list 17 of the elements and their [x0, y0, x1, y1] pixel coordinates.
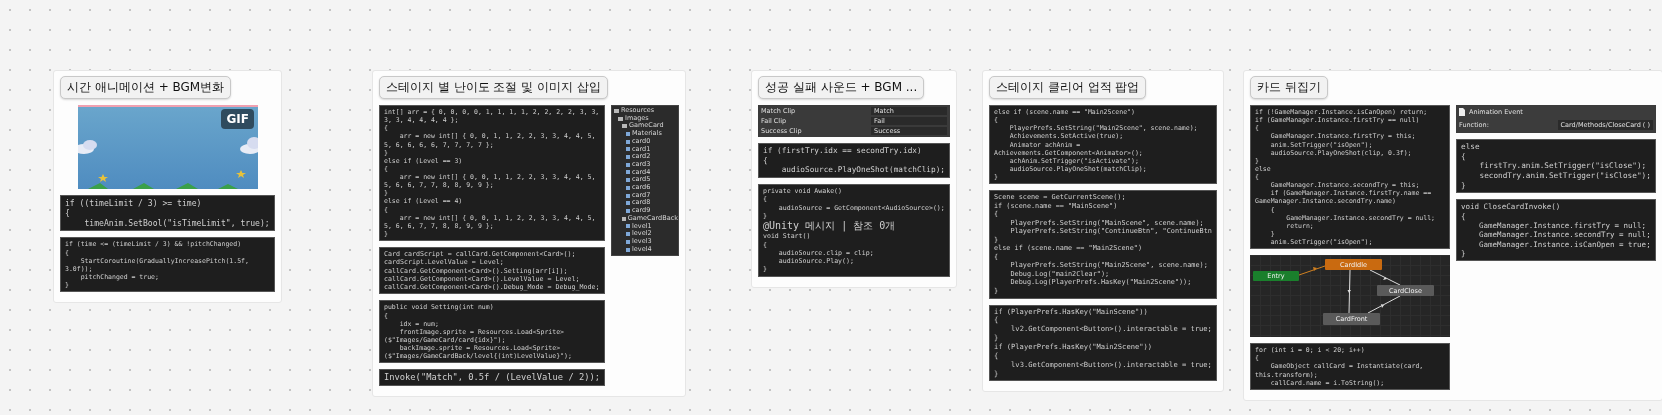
code-line: timeAnim.SetBool("isTimeLimit", true); — [83, 218, 270, 229]
code-line: if ((timeLimit / 3) >= time) — [65, 198, 203, 209]
document-icon — [1459, 108, 1465, 116]
code-line: Invoke("Match", 0.5f / (LevelValue / 2)); — [384, 372, 600, 384]
card-title: 카드 뒤집기 — [1250, 76, 1328, 99]
transition-arrow — [1347, 269, 1351, 314]
transition-arrow — [1367, 295, 1401, 314]
card-title: 스테이지 클리어 업적 팝업 — [989, 76, 1147, 99]
card-title: 시간 애니메이션 + BGM변화 — [60, 76, 232, 99]
code-line: @Unity 메시지 | 참조 0개 — [763, 219, 897, 233]
transition-arrow — [1369, 269, 1401, 286]
gif-badge: GIF — [221, 109, 254, 129]
card-title: 성공 실패 사운드 + BGM ... — [758, 76, 925, 99]
folder-icon — [622, 216, 626, 221]
code-line: { — [65, 208, 71, 219]
transition-arrow — [1298, 265, 1326, 276]
card-title: 스테이지 별 난이도 조절 및 이미지 삽입 — [379, 76, 608, 99]
